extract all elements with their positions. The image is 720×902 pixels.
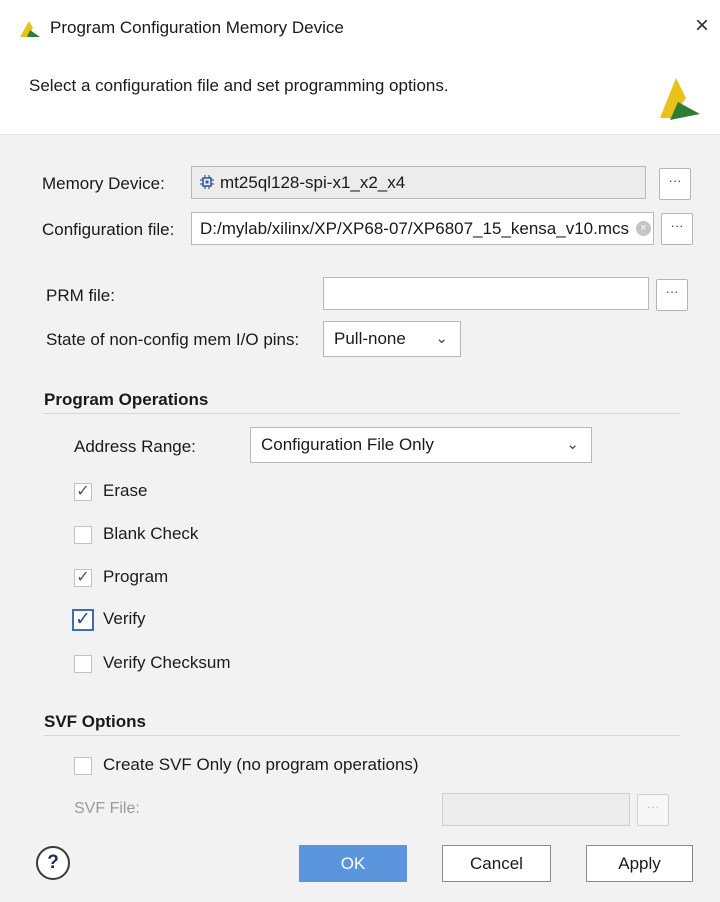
verify-checksum-checkbox[interactable]: [74, 655, 92, 673]
close-button[interactable]: ×: [690, 12, 714, 40]
vivado-logo-icon: [20, 21, 40, 37]
program-config-memory-dialog: Program Configuration Memory Device × Se…: [0, 0, 720, 902]
dialog-subtitle: Select a configuration file and set prog…: [29, 76, 449, 95]
blank-check-checkbox[interactable]: [74, 526, 92, 544]
chevron-down-icon: ⌄: [435, 330, 448, 347]
memory-device-value: mt25ql128-spi-x1_x2_x4: [220, 173, 406, 192]
program-checkbox[interactable]: ✓: [74, 569, 92, 587]
dialog-header: Select a configuration file and set prog…: [0, 54, 720, 135]
chevron-down-icon: ⌄: [566, 436, 579, 453]
configuration-file-label: Configuration file:: [42, 220, 175, 239]
address-range-label: Address Range:: [74, 437, 196, 456]
memory-device-label: Memory Device:: [42, 174, 165, 193]
window-title: Program Configuration Memory Device: [50, 18, 344, 37]
apply-button[interactable]: Apply: [586, 845, 693, 882]
memory-device-field[interactable]: mt25ql128-spi-x1_x2_x4: [191, 166, 646, 199]
program-operations-heading: Program Operations: [44, 390, 209, 409]
svf-file-browse-button[interactable]: ···: [637, 794, 669, 826]
prm-file-browse-button[interactable]: ···: [656, 279, 688, 311]
section-divider: [44, 735, 680, 736]
ok-button[interactable]: OK: [299, 845, 407, 882]
help-button[interactable]: ?: [36, 846, 70, 880]
prm-file-label: PRM file:: [46, 286, 115, 305]
blank-check-label: Blank Check: [103, 524, 199, 543]
title-bar: Program Configuration Memory Device ×: [0, 0, 720, 54]
chip-icon: [200, 175, 214, 189]
erase-checkbox[interactable]: ✓: [74, 483, 92, 501]
configuration-file-value: D:/mylab/xilinx/XP/XP68-07/XP6807_15_ken…: [200, 219, 630, 238]
vivado-logo-icon: [660, 78, 700, 120]
configuration-file-browse-button[interactable]: ···: [661, 213, 693, 245]
prm-file-field[interactable]: [323, 277, 649, 310]
state-pins-select[interactable]: Pull-none ⌄: [323, 321, 461, 357]
program-label: Program: [103, 567, 169, 586]
svf-options-heading: SVF Options: [44, 712, 146, 731]
clear-icon[interactable]: ×: [636, 221, 651, 236]
verify-label: Verify: [103, 609, 146, 628]
address-range-select[interactable]: Configuration File Only ⌄: [250, 427, 592, 463]
svf-file-label: SVF File:: [74, 800, 140, 817]
svf-file-field[interactable]: [442, 793, 630, 826]
erase-label: Erase: [103, 481, 148, 500]
state-pins-label: State of non-config mem I/O pins:: [46, 330, 300, 349]
create-svf-checkbox[interactable]: [74, 757, 92, 775]
verify-checksum-label: Verify Checksum: [103, 653, 231, 672]
memory-device-browse-button[interactable]: ···: [659, 168, 691, 200]
configuration-file-field[interactable]: D:/mylab/xilinx/XP/XP68-07/XP6807_15_ken…: [191, 212, 654, 245]
address-range-value: Configuration File Only: [261, 435, 434, 454]
state-pins-value: Pull-none: [334, 329, 406, 348]
verify-checkbox[interactable]: ✓: [72, 609, 94, 631]
cancel-button[interactable]: Cancel: [442, 845, 551, 882]
create-svf-label: Create SVF Only (no program operations): [103, 755, 419, 774]
section-divider: [44, 413, 680, 414]
